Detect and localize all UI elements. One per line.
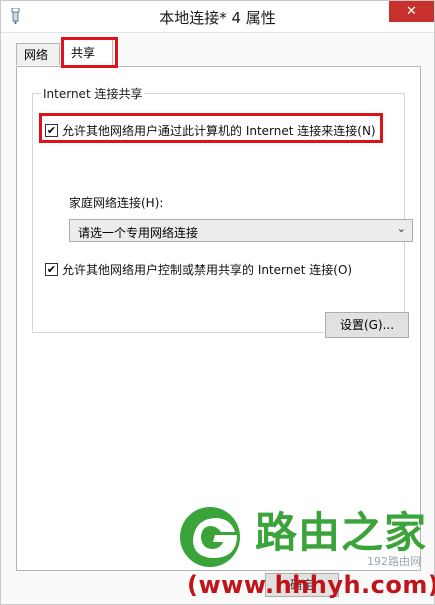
checkmark-icon: ✔ <box>46 263 57 276</box>
allow-share-checkbox[interactable]: ✔ <box>45 124 58 137</box>
close-icon: ✕ <box>406 4 417 19</box>
title-bar[interactable]: 本地连接* 4 属性 ✕ <box>1 1 434 33</box>
close-button[interactable]: ✕ <box>389 1 434 22</box>
settings-button[interactable]: 设置(G)... <box>325 312 409 338</box>
allow-share-label: 允许其他网络用户通过此计算机的 Internet 连接来连接(N) <box>62 124 376 138</box>
home-network-select[interactable]: 请选一个专用网络连接 ⌄ <box>69 219 413 242</box>
allow-control-checkbox[interactable]: ✔ <box>45 263 58 276</box>
tab-sharing[interactable]: 共享 <box>63 39 113 67</box>
tab-network-label: 网络 <box>24 48 49 62</box>
chevron-down-icon: ⌄ <box>396 222 406 235</box>
tab-strip: 网络 共享 <box>16 37 421 67</box>
allow-share-row[interactable]: ✔ 允许其他网络用户通过此计算机的 Internet 连接来连接(N) <box>45 122 376 139</box>
home-network-select-value: 请选一个专用网络连接 <box>78 226 199 240</box>
allow-control-row[interactable]: ✔ 允许其他网络用户控制或禁用共享的 Internet 连接(O) <box>45 261 352 278</box>
ics-group-title: Internet 连接共享 <box>41 85 145 102</box>
ics-group: Internet 连接共享 ✔ 允许其他网络用户通过此计算机的 Internet… <box>32 85 413 338</box>
window-title: 本地连接* 4 属性 <box>159 9 276 27</box>
sharing-panel: Internet 连接共享 ✔ 允许其他网络用户通过此计算机的 Internet… <box>16 66 421 571</box>
watermark-url: (www.hhhyh.com) <box>187 571 435 599</box>
router-home-logo-icon <box>180 507 240 567</box>
allow-control-label: 允许其他网络用户控制或禁用共享的 Internet 连接(O) <box>62 263 353 277</box>
checkmark-icon: ✔ <box>46 124 57 137</box>
home-network-label: 家庭网络连接(H): <box>69 196 164 210</box>
tab-sharing-label: 共享 <box>71 46 96 60</box>
properties-window: 本地连接* 4 属性 ✕ 网络 共享 Internet 连接共享 ✔ 允许其他网… <box>0 0 435 605</box>
home-network-row: 家庭网络连接(H): <box>69 194 163 211</box>
tab-network[interactable]: 网络 <box>16 43 60 65</box>
